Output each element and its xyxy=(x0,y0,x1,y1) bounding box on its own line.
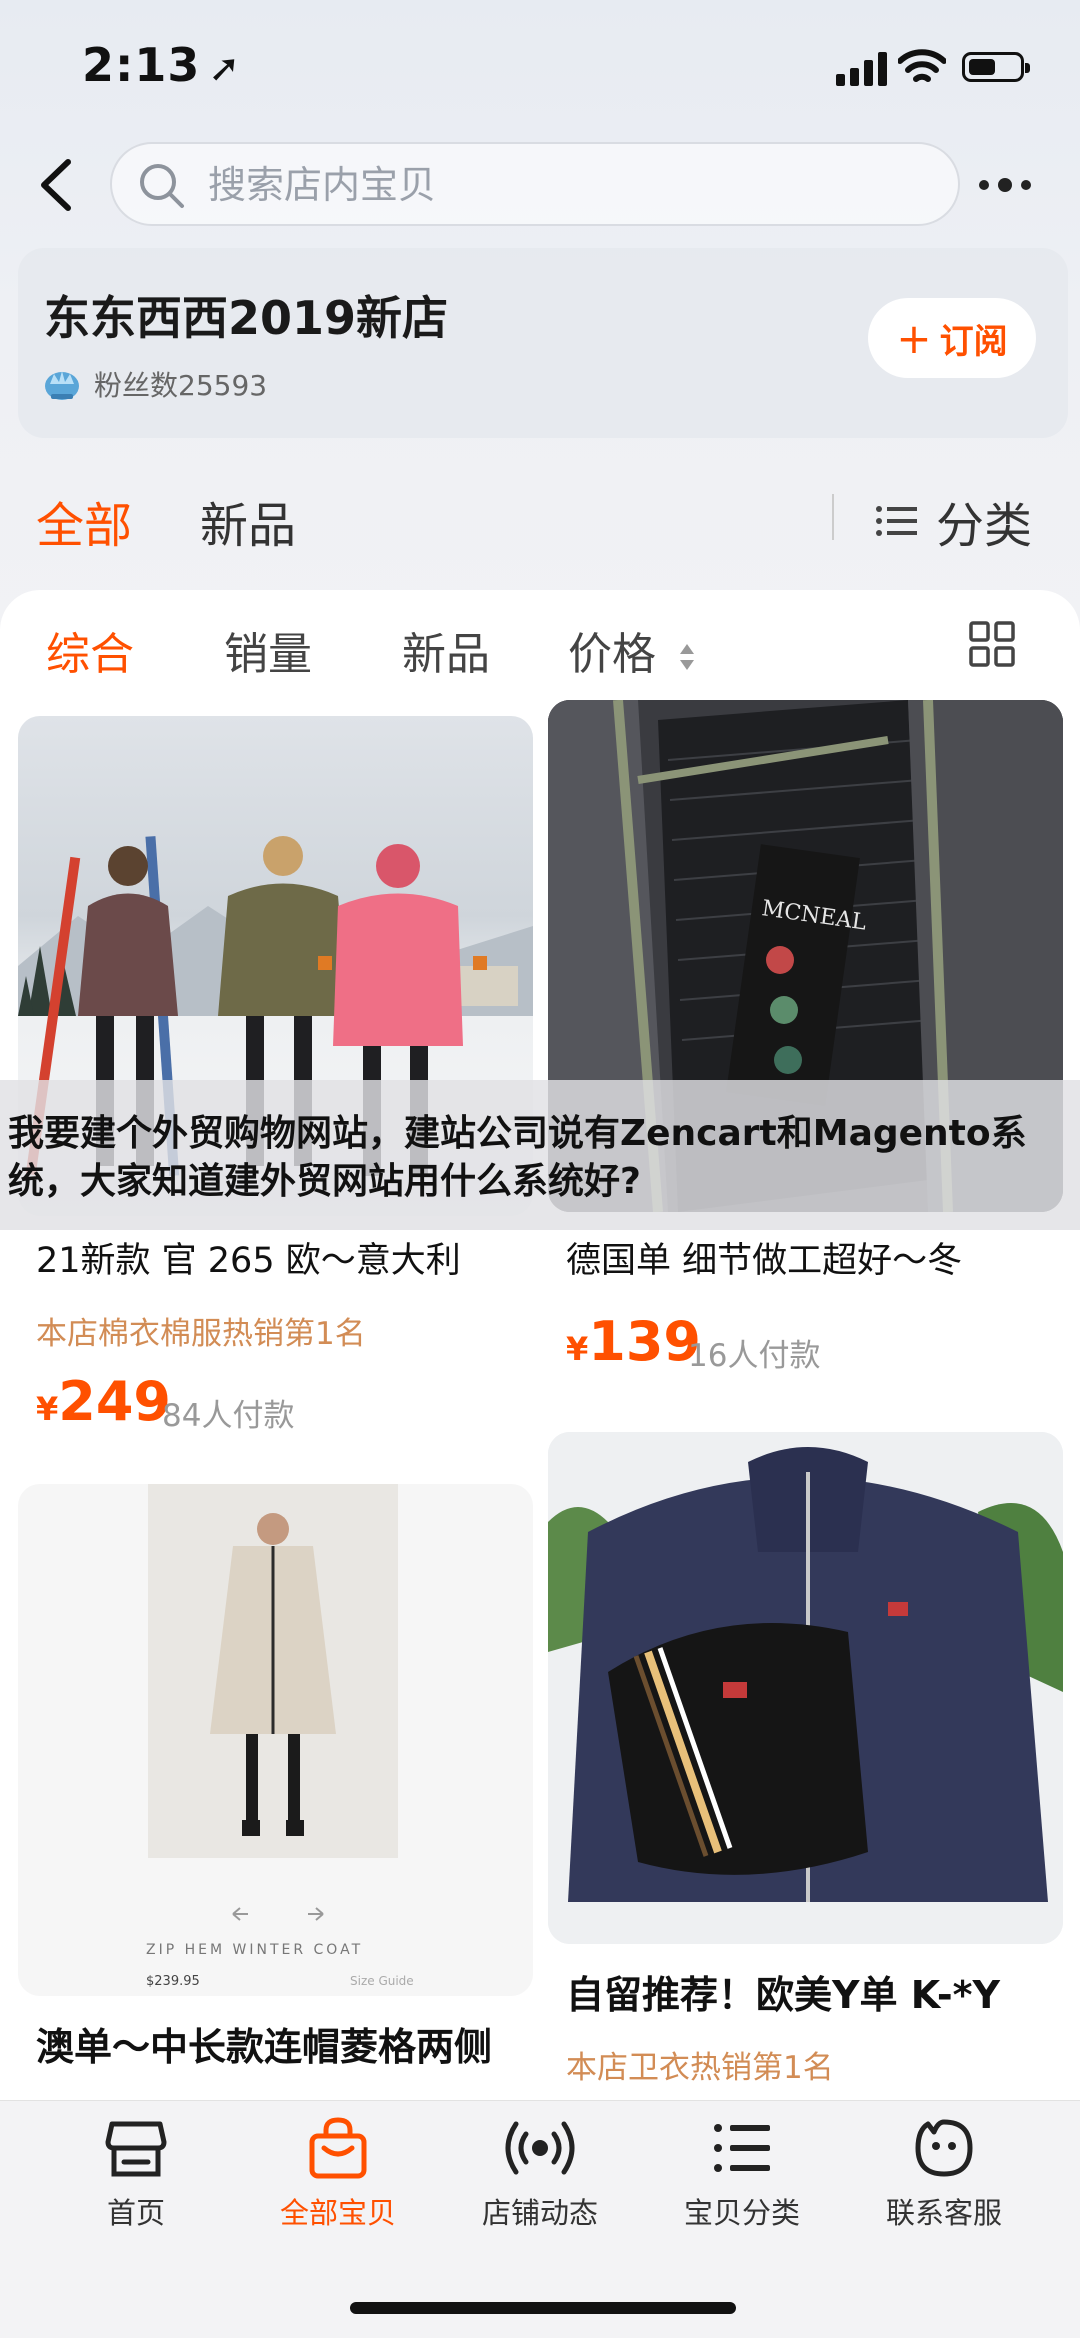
fans-count: 粉丝数25593 xyxy=(42,364,267,404)
tab-category[interactable]: 分类 xyxy=(874,486,1032,556)
battery-icon xyxy=(962,52,1030,82)
product-image: ZIP HEM WINTER COAT $239.95 Size Guide xyxy=(18,1484,533,1996)
sort-price-label: 价格 xyxy=(568,629,656,680)
product-title: 澳单～中长款连帽菱格两侧 xyxy=(36,2025,493,2069)
plus-icon: + xyxy=(896,313,932,363)
location-arrow-icon: ➚ xyxy=(208,46,242,90)
sort-bar: 综合 销量 新品 价格 xyxy=(0,610,1080,690)
product-price: ¥139 xyxy=(566,1310,701,1373)
home-indicator xyxy=(350,2302,736,2314)
product-tag: 本店卫衣热销第1名 xyxy=(566,2050,834,2086)
status-time: 2:13 ➚ xyxy=(82,38,241,92)
image-size-guide: Size Guide xyxy=(350,1974,414,1988)
nav-home[interactable]: 首页 xyxy=(36,2116,236,2246)
shopping-bag-icon xyxy=(309,2117,367,2179)
tab-category-label: 分类 xyxy=(936,498,1033,554)
more-options-icon[interactable] xyxy=(975,168,1039,202)
image-price: $239.95 xyxy=(146,1974,200,1989)
sort-new[interactable]: 新品 xyxy=(402,618,490,682)
nav-categories-label: 宝贝分类 xyxy=(683,2196,800,2230)
product-price: ¥249 xyxy=(36,1370,171,1433)
price-value: 139 xyxy=(588,1310,701,1373)
broadcast-icon xyxy=(505,2121,575,2175)
chat-face-icon xyxy=(915,2119,973,2177)
nav-all-products[interactable]: 全部宝贝 xyxy=(238,2116,438,2246)
tab-new[interactable]: 新品 xyxy=(200,486,296,556)
sold-count: 16人付款 xyxy=(688,1338,821,1374)
list-icon xyxy=(714,2124,770,2172)
sort-price[interactable]: 价格 xyxy=(568,618,696,682)
cellular-signal-icon xyxy=(836,50,888,86)
status-time-text: 2:13 xyxy=(82,38,201,92)
nav-shop-feed-label: 店铺动态 xyxy=(481,2196,598,2230)
product-image xyxy=(548,1432,1063,1944)
nav-categories[interactable]: 宝贝分类 xyxy=(642,2116,842,2246)
wifi-icon xyxy=(898,49,946,82)
search-input[interactable] xyxy=(206,156,910,214)
sort-arrows-icon xyxy=(680,644,694,670)
nav-home-label: 首页 xyxy=(106,2196,165,2230)
product-title: 自留推荐！欧美Y单 K-*Y xyxy=(566,1973,1001,2017)
search-bar[interactable] xyxy=(110,142,960,226)
tab-divider xyxy=(832,494,834,540)
sort-sales[interactable]: 销量 xyxy=(224,618,312,682)
fleece-jacket-image xyxy=(548,1432,1063,1944)
nav-shop-feed[interactable]: 店铺动态 xyxy=(440,2116,640,2246)
subscribe-button[interactable]: + 订阅 xyxy=(868,298,1036,378)
subscribe-label: 订阅 xyxy=(939,321,1008,362)
winter-coat-image xyxy=(148,1484,398,1921)
product-tag: 本店棉衣棉服热销第1名 xyxy=(36,1316,366,1352)
price-value: 249 xyxy=(58,1370,171,1433)
image-caption: ZIP HEM WINTER COAT xyxy=(146,1942,364,1958)
shop-name: 东东西西2019新店 xyxy=(44,291,449,345)
currency-symbol: ¥ xyxy=(566,1330,589,1368)
currency-symbol: ¥ xyxy=(36,1390,59,1428)
nav-all-products-label: 全部宝贝 xyxy=(279,2196,396,2230)
shop-info-card: 东东西西2019新店 粉丝数25593 + 订阅 xyxy=(18,248,1068,438)
sort-overall[interactable]: 综合 xyxy=(46,618,134,682)
search-icon xyxy=(140,164,184,208)
crown-badge-icon xyxy=(45,371,79,400)
shop-tabs: 全部 新品 分类 xyxy=(0,480,1080,560)
shop-home-icon xyxy=(105,2121,167,2177)
fans-count-text: 粉丝数25593 xyxy=(94,369,268,402)
list-icon xyxy=(876,506,917,536)
back-chevron-icon[interactable] xyxy=(30,150,86,220)
overlay-question-text: 我要建个外贸购物网站，建站公司说有Zencart和Magento系统，大家知道建… xyxy=(8,1113,1027,1202)
nav-customer-service[interactable]: 联系客服 xyxy=(844,2116,1044,2246)
status-bar: 2:13 ➚ xyxy=(0,0,1080,130)
sold-count: 84人付款 xyxy=(162,1398,295,1434)
product-title: 21新款 官 265 欧～意大利 xyxy=(36,1241,461,1281)
product-title: 德国单 细节做工超好～冬 xyxy=(566,1241,963,1281)
grid-view-icon[interactable] xyxy=(968,620,1016,668)
tab-all[interactable]: 全部 xyxy=(36,486,132,556)
nav-customer-service-label: 联系客服 xyxy=(885,2196,1002,2230)
